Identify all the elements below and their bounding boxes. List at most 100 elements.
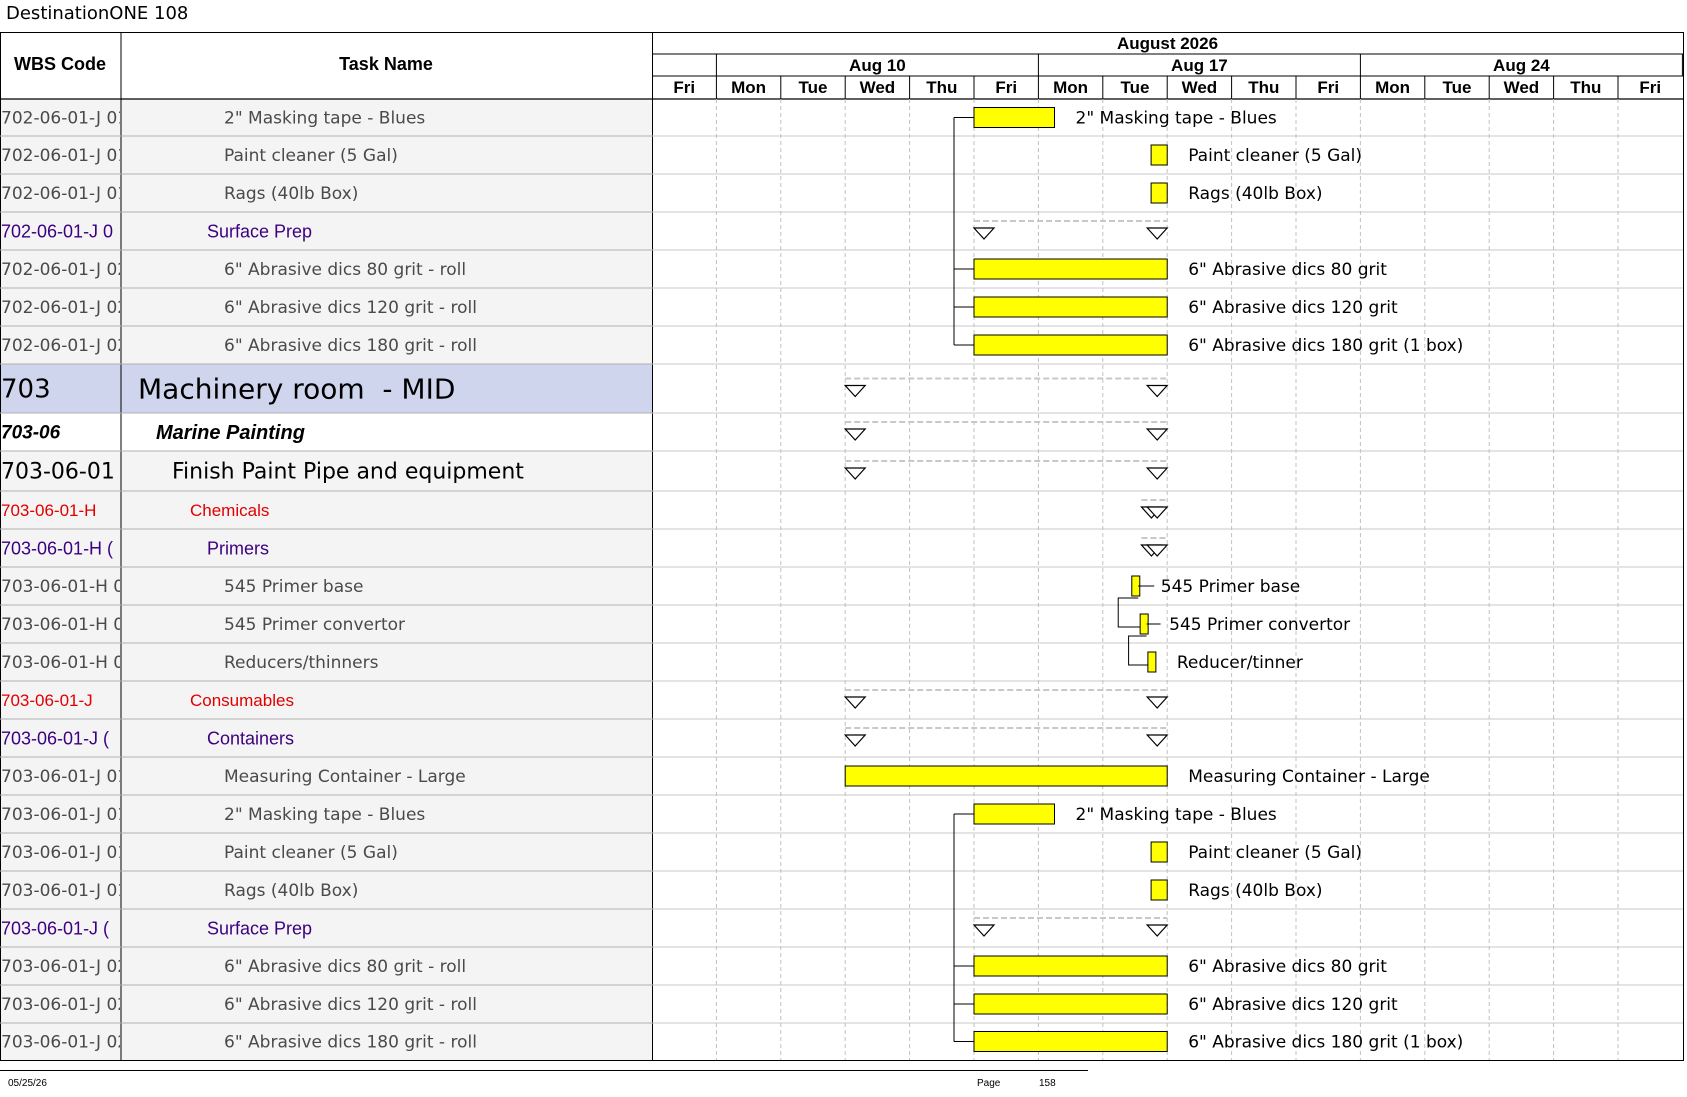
task-name: 545 Primer convertor: [224, 615, 405, 635]
bar-label: 6" Abrasive dics 180 grit (1 box): [1188, 336, 1463, 356]
bar-label: 2" Masking tape - Blues: [1076, 109, 1277, 129]
day-label: Thu: [1248, 78, 1279, 97]
task-bar: [844, 765, 1168, 787]
week-label: Aug 17: [1171, 56, 1228, 75]
day-label: Thu: [1570, 78, 1601, 97]
task-name: Machinery room - MID: [138, 372, 455, 405]
task-name: Rags (40lb Box): [224, 881, 358, 901]
wbs-code: 703-06-01-H: [1, 501, 96, 520]
bar-label: 6" Abrasive dics 80 grit: [1188, 957, 1387, 977]
day-label: Mon: [1053, 78, 1088, 97]
wbs-code: 703-06-01-H 01: [1, 653, 135, 673]
gantt-sheet: WBS Code Task Name August 2026 Aug 10 Aug 17…: [0, 32, 1684, 1061]
task-name: Reducers/thinners: [224, 653, 379, 673]
task-bar: [973, 803, 1055, 825]
summary-end-marker: [1145, 227, 1169, 240]
task-name: Surface Prep: [207, 221, 312, 241]
task-bar: [973, 334, 1168, 356]
task-bar: [973, 1031, 1168, 1052]
task-name: Paint cleaner (5 Gal): [224, 146, 398, 166]
bar-label: Measuring Container - Large: [1188, 767, 1430, 787]
row-background: [0, 681, 652, 719]
bar-label: Rags (40lb Box): [1188, 881, 1322, 901]
day-label: Thu: [926, 78, 957, 97]
dependency-connector: [1128, 635, 1148, 666]
bar-label: Rags (40lb Box): [1188, 184, 1322, 204]
summary-start-marker: [843, 734, 867, 747]
wbs-code: 703-06-01-H (: [1, 538, 113, 558]
summary-end-marker: [1145, 428, 1169, 441]
day-label: Mon: [1375, 78, 1410, 97]
day-label: Wed: [1182, 78, 1218, 97]
wbs-code: 702-06-01-J 01: [1, 184, 128, 204]
task-name: 2" Masking tape - Blues: [224, 108, 425, 128]
wbs-code: 702-06-01-J 02: [1, 298, 128, 318]
bar-label: Reducer/tinner: [1177, 653, 1303, 673]
dependency-connector: [1117, 597, 1141, 628]
task-bar: [973, 993, 1168, 1015]
day-label: Tue: [799, 78, 828, 97]
wbs-code: 703-06-01-H 01: [1, 615, 135, 635]
task-name: 545 Primer base: [224, 577, 363, 597]
task-bar: [973, 955, 1168, 977]
wbs-code: 703-06-01-J 01: [1, 843, 128, 863]
wbs-code: 703-06-01-J 02: [1, 957, 128, 977]
row-background: [0, 491, 652, 529]
wbs-code: 703-06-01-J 02: [1, 1032, 128, 1052]
wbs-code: 703-06-01-H 01: [1, 577, 135, 597]
day-label: Fri: [995, 78, 1017, 97]
wbs-column-header: WBS Code: [14, 54, 106, 74]
wbs-code: 702-06-01-J 0: [1, 221, 113, 241]
day-label: Wed: [860, 78, 896, 97]
footer-page-label: Page: [977, 1078, 1001, 1089]
wbs-code: 703-06-01-J 01: [1, 881, 128, 901]
footer-rule: [0, 1070, 1088, 1071]
task-name: Containers: [207, 728, 294, 748]
summary-end-marker: [1145, 924, 1169, 937]
day-label: Fri: [1639, 78, 1661, 97]
task-bar: [1150, 182, 1168, 204]
bar-label: 6" Abrasive dics 120 grit: [1188, 298, 1398, 318]
task-bar: [973, 107, 1055, 128]
footer-page-number: 158: [1039, 1078, 1056, 1089]
task-name: Primers: [207, 538, 269, 558]
wbs-code: 703: [1, 375, 51, 405]
task-bar: [973, 258, 1168, 280]
summary-start-marker: [972, 227, 996, 240]
wbs-code: 703-06: [1, 423, 61, 444]
wbs-code: 702-06-01-J 01: [1, 108, 128, 128]
task-name: 6" Abrasive dics 180 grit - roll: [224, 336, 477, 356]
task-name: 6" Abrasive dics 120 grit - roll: [224, 995, 477, 1015]
task-bar: [1150, 144, 1168, 166]
task-name: Surface Prep: [207, 918, 312, 938]
wbs-code: 703-06-01-J (: [1, 918, 109, 938]
task-column-header: Task Name: [339, 54, 433, 74]
task-bar: [1150, 841, 1168, 863]
bar-label: 6" Abrasive dics 120 grit: [1188, 995, 1398, 1015]
task-name: Consumables: [190, 691, 294, 710]
week-label: Aug 10: [849, 56, 906, 75]
footer-date: 05/25/26: [8, 1078, 47, 1089]
task-name: Finish Paint Pipe and equipment: [172, 460, 524, 485]
month-label: August 2026: [1117, 34, 1218, 53]
task-bar: [1147, 651, 1157, 673]
task-name: 6" Abrasive dics 80 grit - roll: [224, 260, 466, 280]
summary-end-marker: [1145, 734, 1169, 747]
summary-start-marker: [843, 384, 867, 398]
summary-end-marker: [1145, 467, 1169, 480]
wbs-code: 702-06-01-J 02: [1, 260, 128, 280]
summary-start-marker: [972, 924, 996, 937]
task-name: Chemicals: [190, 501, 269, 520]
wbs-code: 703-06-01-J: [1, 691, 93, 710]
task-name: 6" Abrasive dics 180 grit - roll: [224, 1032, 477, 1052]
task-name: Measuring Container - Large: [224, 767, 466, 787]
task-name: Marine Painting: [156, 422, 305, 444]
wbs-code: 702-06-01-J 01: [1, 146, 128, 166]
summary-end-marker: [1145, 384, 1169, 398]
wbs-code: 703-06-01-J 01: [1, 767, 128, 787]
wbs-code: 703-06-01-J (: [1, 728, 109, 748]
bar-label: 6" Abrasive dics 80 grit: [1188, 260, 1387, 280]
task-name: 6" Abrasive dics 80 grit - roll: [224, 957, 466, 977]
bar-label: Paint cleaner (5 Gal): [1188, 843, 1362, 863]
task-name: Paint cleaner (5 Gal): [224, 843, 398, 863]
